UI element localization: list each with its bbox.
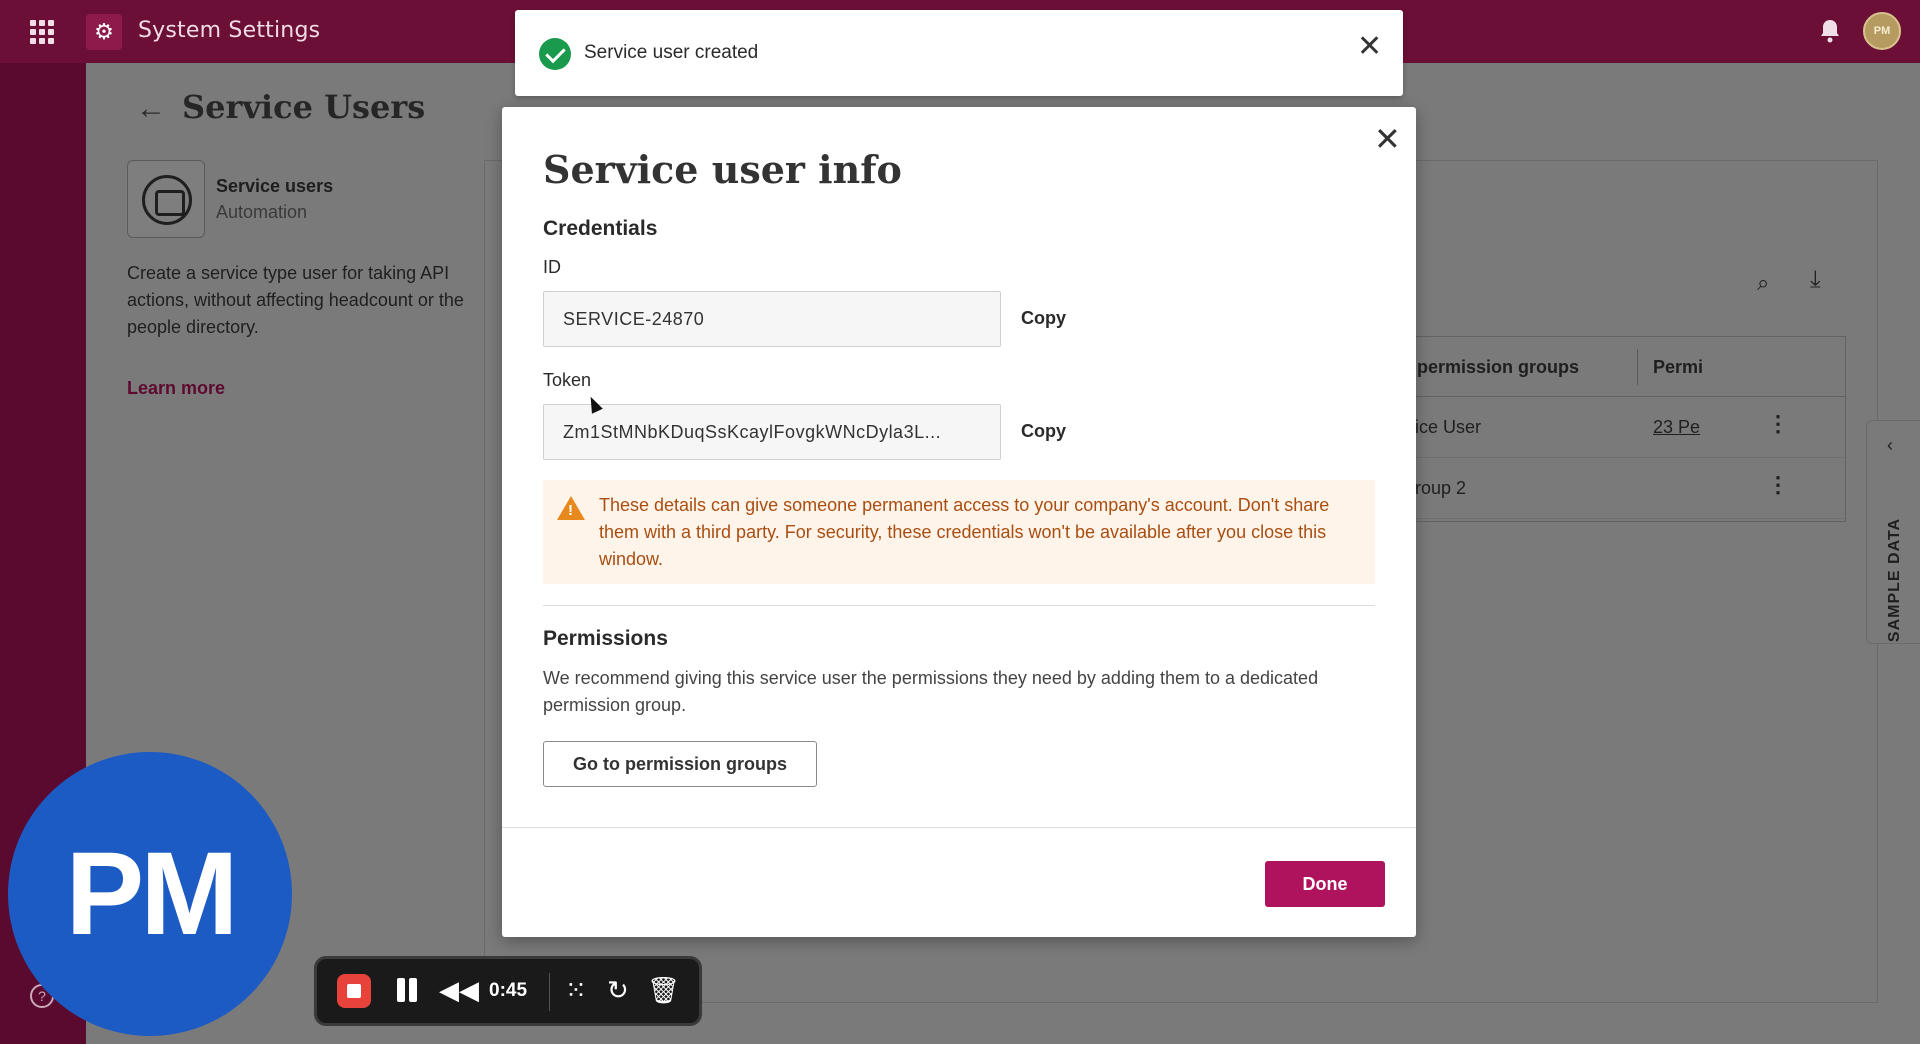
sample-data-tab[interactable]: ‹ SAMPLE DATA [1866, 420, 1920, 644]
learn-more-link[interactable]: Learn more [127, 378, 225, 399]
user-avatar[interactable]: PM [1863, 12, 1901, 50]
go-to-permission-groups-button[interactable]: Go to permission groups [543, 741, 817, 787]
stop-recording-button[interactable] [337, 974, 371, 1008]
back-arrow-icon[interactable]: ← [136, 92, 166, 126]
warning-text: These details can give someone permanent… [599, 495, 1330, 569]
restart-icon[interactable]: ↻ [607, 975, 629, 1005]
copy-id-button[interactable]: Copy [1021, 308, 1066, 329]
permission-link[interactable]: 23 Pe [1653, 417, 1709, 438]
sample-data-label: SAMPLE DATA [1886, 517, 1903, 643]
more-options-icon[interactable]: ⋮ [1767, 474, 1789, 496]
done-button[interactable]: Done [1265, 861, 1385, 907]
webcam-bubble: PM [8, 752, 292, 1036]
token-label: Token [543, 370, 592, 390]
warning-banner: These details can give someone permanent… [543, 480, 1375, 584]
trash-icon[interactable]: 🗑 [647, 975, 680, 1005]
token-field[interactable]: Zm1StMNbKDuqSsKcaylFovgkWNcDyla3L... [543, 404, 1001, 460]
check-circle-icon [539, 38, 571, 70]
page-title: Service Users [182, 88, 426, 126]
search-icon[interactable]: ⌕ [1757, 270, 1769, 296]
column-header: Permi [1653, 357, 1704, 377]
footer-divider [502, 827, 1416, 828]
more-options-icon[interactable]: ⋮ [1767, 413, 1789, 435]
rewind-icon[interactable]: ◀◀ [439, 975, 479, 1005]
service-users-table: permission groups Permi ice User 23 Pe ⋮… [1414, 336, 1846, 522]
toast-message: Service user created [584, 42, 759, 63]
chevron-left-icon: ‹ [1887, 435, 1893, 455]
card-subtitle: Automation [216, 202, 308, 222]
credentials-heading: Credentials [543, 217, 658, 240]
recording-timer: 0:45 [489, 980, 528, 1001]
recording-toolbar: ◀◀ 0:45 ⁙ ↻ 🗑 [314, 956, 702, 1026]
table-row[interactable]: ice User 23 Pe ⋮ [1415, 397, 1845, 458]
column-header: permission groups [1417, 357, 1580, 377]
table-row[interactable]: roup 2 ⋮ [1415, 458, 1845, 519]
divider [543, 605, 1375, 606]
table-cell: roup 2 [1415, 478, 1467, 498]
id-label: ID [543, 257, 561, 277]
grid-dots-icon[interactable]: ⁙ [565, 975, 587, 1005]
service-user-info-dialog: ✕ Service user info Credentials ID SERVI… [502, 107, 1416, 937]
app-title: System Settings [138, 18, 321, 43]
success-toast: Service user created ✕ [515, 10, 1403, 96]
table-header: permission groups Permi [1415, 337, 1845, 397]
robot-icon [127, 160, 205, 238]
settings-gear-icon: ⚙ [86, 14, 122, 50]
table-cell: ice User [1415, 417, 1482, 437]
permissions-heading: Permissions [543, 627, 668, 650]
copy-token-button[interactable]: Copy [1021, 421, 1066, 442]
close-dialog-icon[interactable]: ✕ [1374, 123, 1401, 155]
download-icon[interactable]: ⤓ [1810, 266, 1821, 294]
card-title: Service users [216, 176, 334, 196]
id-field[interactable]: SERVICE-24870 [543, 291, 1001, 347]
notification-bell-icon[interactable] [1818, 18, 1842, 44]
warning-icon [557, 496, 585, 520]
page-description: Create a service type user for taking AP… [127, 263, 464, 337]
permissions-description: We recommend giving this service user th… [543, 668, 1319, 715]
pause-icon[interactable] [397, 978, 419, 1004]
app-grid-icon[interactable] [30, 20, 54, 44]
dialog-title: Service user info [543, 147, 902, 192]
close-toast-icon[interactable]: ✕ [1357, 32, 1382, 62]
